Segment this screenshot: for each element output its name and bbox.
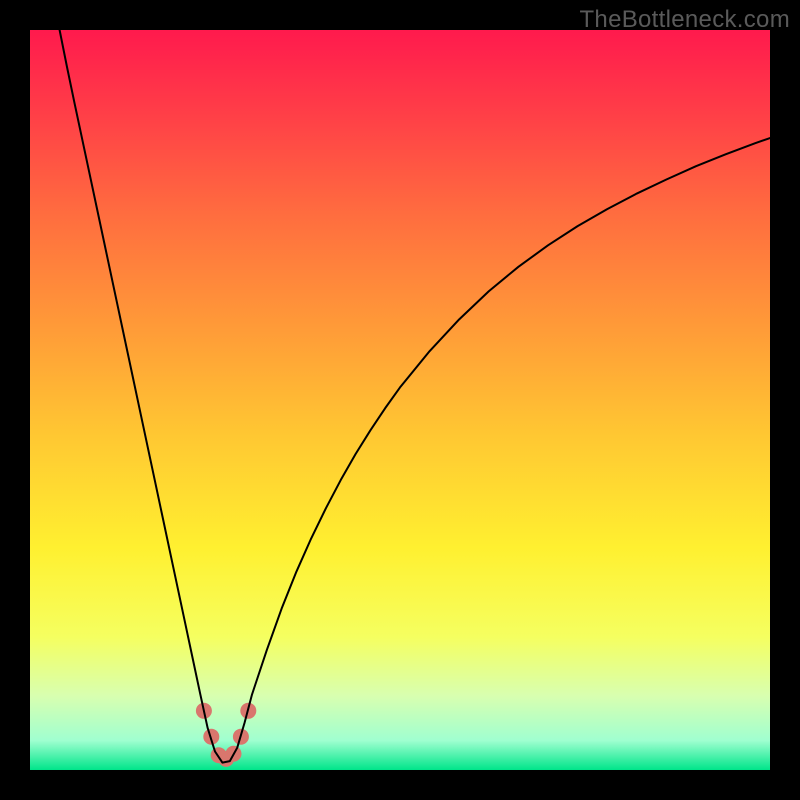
plot-area <box>30 30 770 770</box>
watermark: TheBottleneck.com <box>579 6 790 34</box>
chart-container: TheBottleneck.com <box>0 0 800 800</box>
bottleneck-curve <box>60 30 770 763</box>
curve-layer <box>30 30 770 770</box>
